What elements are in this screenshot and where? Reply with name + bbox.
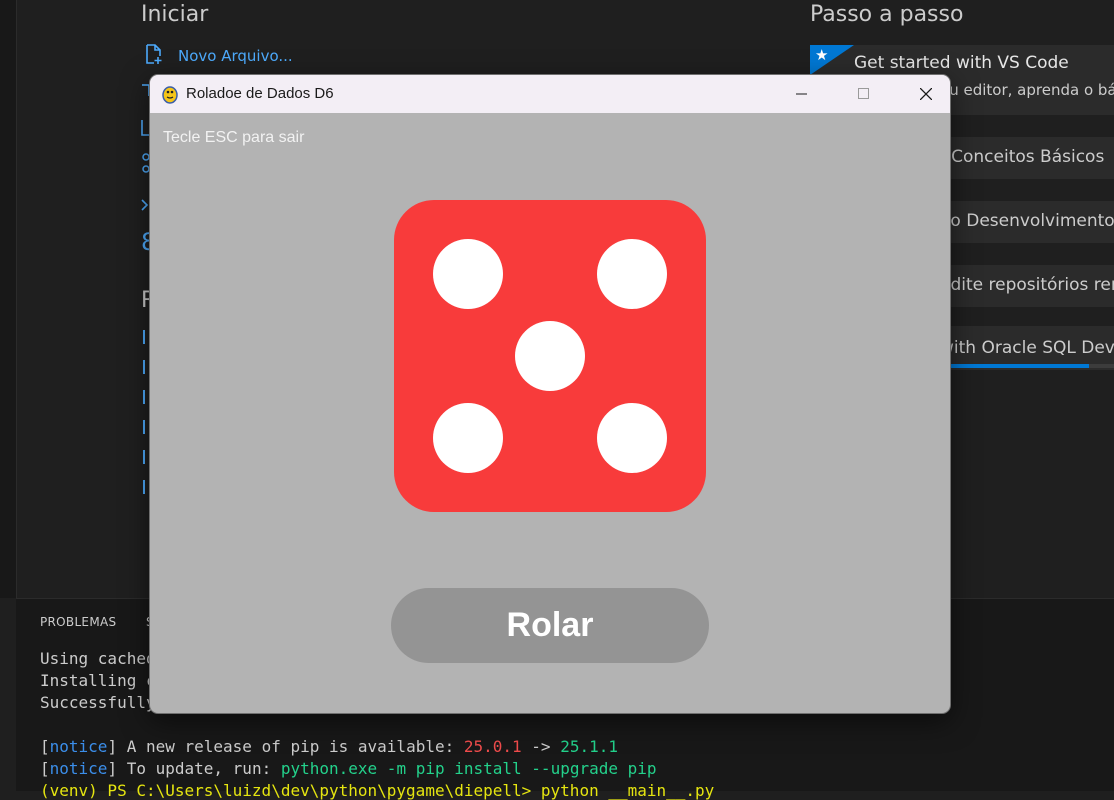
dice-roller-window: Roladoe de Dados D6 Tecle ESC para sair …: [150, 75, 950, 713]
terminal-line: Successfully: [40, 693, 156, 712]
die-pip: [515, 321, 585, 391]
die-pip: [597, 403, 667, 473]
die-pip: [433, 239, 503, 309]
walkthrough-description: eu editor, aprenda o bá: [940, 81, 1114, 99]
notice-tag: notice: [49, 737, 108, 756]
die-pip: [597, 239, 667, 309]
notice-text: A new release of pip is available:: [117, 737, 464, 756]
roll-button[interactable]: Rolar: [391, 588, 709, 663]
pygame-snake-icon: [162, 86, 178, 104]
minimize-icon: [796, 93, 807, 95]
terminal-notice-line: [notice] A new release of pip is availab…: [40, 737, 618, 756]
activity-bar: [0, 0, 17, 598]
notice-text: To update, run:: [117, 759, 281, 778]
window-title: Roladoe de Dados D6: [186, 85, 334, 102]
walkthroughs-heading: Passo a passo: [810, 2, 964, 27]
star-icon: ★: [815, 46, 829, 64]
pip-upgrade-command: python.exe -m pip install --upgrade pip: [280, 759, 657, 778]
close-button[interactable]: [903, 75, 949, 113]
pip-new-version: 25.1.1: [560, 737, 618, 756]
close-icon: [920, 88, 932, 100]
walkthrough-title: ao Desenvolvimento c: [940, 211, 1114, 231]
window-titlebar[interactable]: Roladoe de Dados D6: [150, 75, 950, 113]
walkthrough-title: : Conceitos Básicos: [940, 147, 1105, 167]
walkthrough-progress: [950, 364, 1114, 368]
notice-arrow: ->: [521, 737, 561, 756]
walkthrough-title: edite repositórios rem: [940, 275, 1114, 295]
terminal-line: Installing co: [40, 671, 166, 690]
walkthrough-progress-fill: [950, 364, 1090, 368]
die-pip: [433, 403, 503, 473]
tab-problems[interactable]: PROBLEMAS: [40, 615, 116, 629]
maximize-button[interactable]: [841, 75, 887, 113]
walkthrough-title: Get started with VS Code: [854, 53, 1069, 73]
new-file-icon: [146, 44, 162, 64]
die-face: [394, 200, 706, 512]
terminal-prompt: (venv) PS C:\Users\luizd\dev\python\pyga…: [40, 781, 715, 800]
walkthrough-title: with Oracle SQL Deve: [940, 338, 1114, 358]
notice-tag: notice: [49, 759, 108, 778]
new-file-link[interactable]: Novo Arquivo...: [178, 47, 293, 65]
esc-hint: Tecle ESC para sair: [163, 129, 305, 146]
minimize-button[interactable]: [779, 75, 825, 113]
maximize-icon: [858, 88, 869, 99]
pip-old-version: 25.0.1: [463, 737, 522, 756]
start-heading: Iniciar: [141, 2, 209, 27]
terminal-line: Using cached: [40, 649, 156, 668]
terminal-notice-line: [notice] To update, run: python.exe -m p…: [40, 759, 657, 778]
